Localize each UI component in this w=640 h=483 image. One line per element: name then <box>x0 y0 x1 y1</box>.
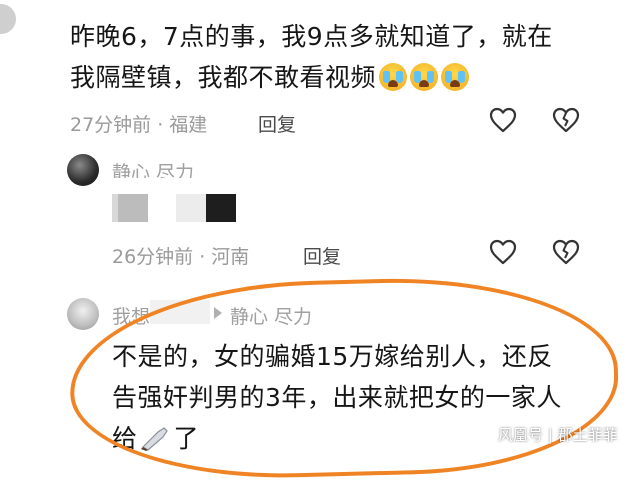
comment-1-text: 昨晚6，7点的事，我9点多就知道了，就在 我隔壁镇，我都不敢看视频 <box>70 16 553 98</box>
crying-face-icon <box>441 63 470 91</box>
heart-outline-icon[interactable] <box>489 107 517 133</box>
watermark: 风凰号 | 郡土菲菲 <box>498 426 618 444</box>
crying-face-icon <box>379 63 408 91</box>
comment-2-reply-button[interactable]: 回复 <box>303 242 341 269</box>
censored-block <box>206 194 236 222</box>
comment-1-line-2: 我隔壁镇，我都不敢看视频 <box>70 57 553 98</box>
broken-heart-icon[interactable] <box>552 239 580 265</box>
comment-2-meta: 26分钟前 · 河南 <box>112 246 250 268</box>
comment-1-time: 27分钟前 <box>70 114 152 136</box>
censored-block <box>118 194 148 222</box>
avatar[interactable] <box>67 298 99 330</box>
comment-2-location: 河南 <box>211 246 250 268</box>
avatar[interactable] <box>67 154 99 186</box>
comment-2-time: 26分钟前 <box>112 246 194 268</box>
comment-1-meta: 27分钟前 · 福建 <box>70 114 208 136</box>
heart-outline-icon[interactable] <box>489 239 517 265</box>
avatar-partial <box>0 4 16 34</box>
comment-1-location: 福建 <box>169 114 208 136</box>
broken-heart-icon[interactable] <box>552 107 580 133</box>
comment-2-author[interactable]: 静心 尽力 <box>112 158 194 178</box>
comment-1-reply-button[interactable]: 回复 <box>258 110 296 137</box>
censored-block <box>176 194 206 222</box>
comment-1-line-1: 昨晚6，7点的事，我9点多就知道了，就在 <box>70 22 553 51</box>
crying-face-icon <box>410 63 439 91</box>
